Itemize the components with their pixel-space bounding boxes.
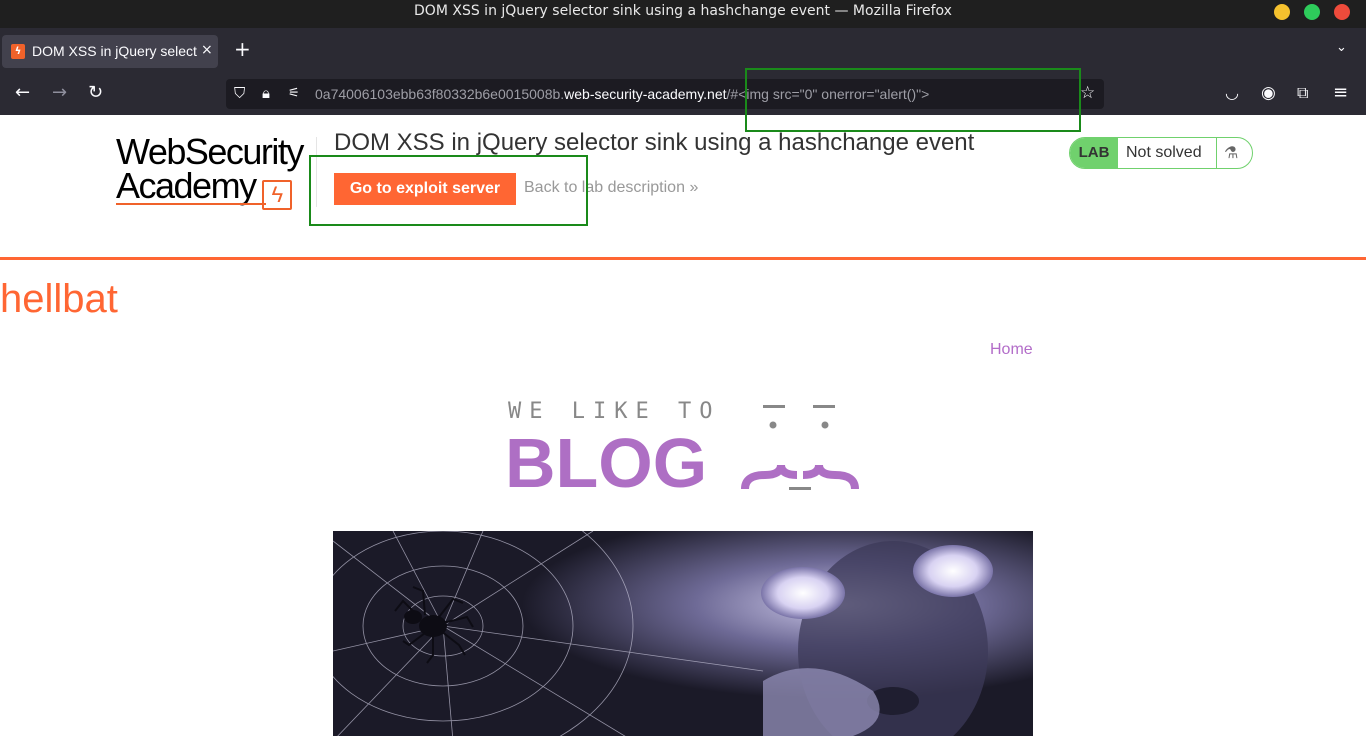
site-title: hellbat bbox=[0, 277, 118, 321]
logo-text-line1: WebSecurity bbox=[116, 131, 304, 172]
annotation-box-exploit bbox=[309, 155, 588, 226]
forward-arrow-icon[interactable]: → bbox=[52, 82, 67, 104]
lab-widget-divider bbox=[1216, 138, 1217, 168]
menu-icon[interactable]: ≡ bbox=[1333, 82, 1348, 104]
nav-home-link[interactable]: Home bbox=[990, 341, 1033, 359]
url-host: web-security-academy.net bbox=[564, 86, 727, 102]
page-content: WebSecurity Academy ϟ DOM XSS in jQuery s… bbox=[0, 115, 1366, 736]
minimize-button[interactable] bbox=[1274, 4, 1290, 20]
academy-logo[interactable]: WebSecurity Academy ϟ bbox=[116, 131, 316, 210]
permissions-icon[interactable]: ⚟ bbox=[288, 86, 300, 101]
blog-banner-image bbox=[333, 531, 1033, 736]
window-title: DOM XSS in jQuery selector sink using a … bbox=[414, 3, 952, 19]
extensions-icon[interactable]: ⧉ bbox=[1297, 82, 1308, 104]
logo-bolt-icon: ϟ bbox=[261, 180, 292, 210]
tab-active[interactable]: ϟ DOM XSS in jQuery selector sink using … bbox=[2, 35, 218, 68]
lock-icon[interactable]: 🔒︎ bbox=[262, 84, 270, 102]
window-titlebar: DOM XSS in jQuery selector sink using a … bbox=[0, 0, 1366, 28]
maximize-button[interactable] bbox=[1304, 4, 1320, 20]
lab-status-widget: LAB Not solved ⚗ bbox=[1069, 137, 1253, 169]
close-window-button[interactable] bbox=[1334, 4, 1350, 20]
account-icon[interactable]: ◉ bbox=[1261, 82, 1276, 104]
tab-title: DOM XSS in jQuery selector sink using a … bbox=[32, 43, 197, 59]
pocket-icon[interactable]: ◡ bbox=[1225, 82, 1239, 104]
lab-title: DOM XSS in jQuery selector sink using a … bbox=[334, 129, 975, 156]
flask-icon: ⚗ bbox=[1224, 143, 1239, 162]
navigation-bar: ← → ↻ ⛉ 🔒︎ ⚟ 0a74006103ebb63f80332b6e001… bbox=[0, 74, 1366, 115]
blog-face-icon bbox=[741, 405, 859, 490]
annotation-box-url bbox=[745, 68, 1081, 132]
lightning-bolt-icon: ϟ bbox=[11, 44, 25, 59]
header-rule bbox=[0, 257, 1366, 260]
blog-word: BLOG bbox=[505, 424, 708, 502]
logo-underline bbox=[116, 203, 266, 205]
back-arrow-icon[interactable]: ← bbox=[15, 82, 30, 104]
chevron-down-icon[interactable]: ⌄ bbox=[1336, 40, 1347, 55]
blog-logo: WE LIKE TO BLOG bbox=[505, 399, 865, 502]
chevron-right-icon: » bbox=[689, 179, 699, 196]
tab-bar: ϟ DOM XSS in jQuery selector sink using … bbox=[0, 28, 1366, 74]
blog-tagline: WE LIKE TO bbox=[508, 399, 721, 424]
bookmark-star-icon[interactable]: ☆ bbox=[1080, 83, 1095, 103]
shield-icon[interactable]: ⛉ bbox=[234, 84, 245, 102]
lab-badge: LAB bbox=[1070, 138, 1118, 168]
lab-status-text: Not solved bbox=[1126, 144, 1202, 161]
new-tab-button[interactable]: + bbox=[234, 39, 251, 59]
url-prefix: 0a74006103ebb63f80332b6e0015008b. bbox=[315, 86, 565, 102]
close-tab-icon[interactable]: × bbox=[201, 42, 213, 58]
reload-icon[interactable]: ↻ bbox=[88, 82, 103, 104]
